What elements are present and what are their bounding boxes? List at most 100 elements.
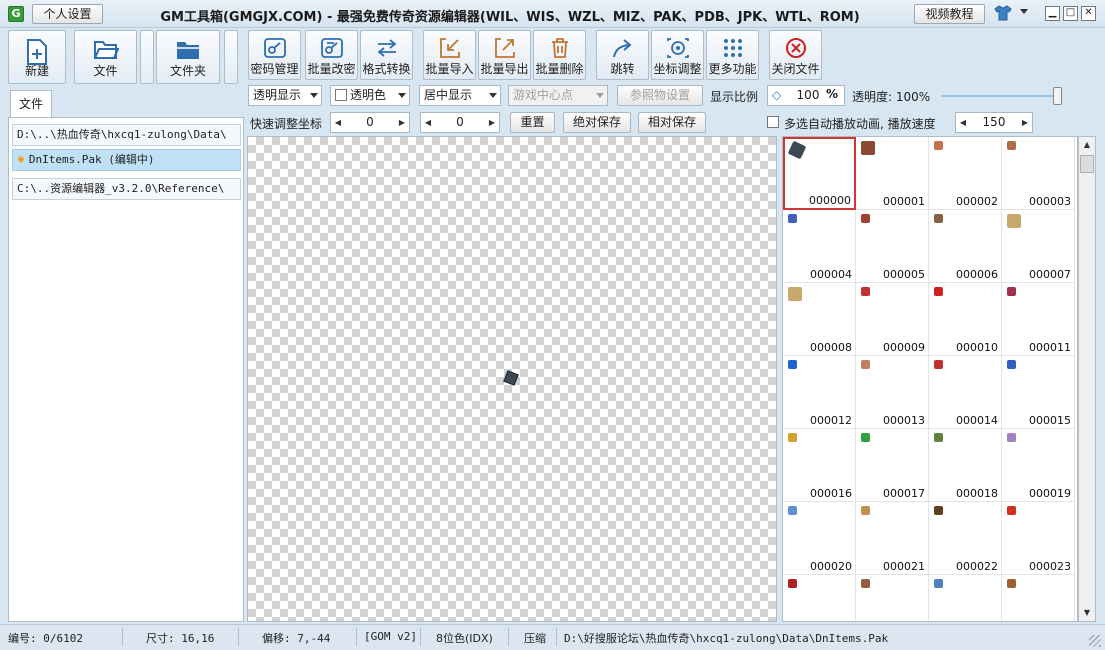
decrement-y-button[interactable]: ◀ [421, 113, 435, 132]
thumbnail-cell[interactable]: 000001 [856, 137, 929, 210]
preview-canvas[interactable] [247, 136, 777, 622]
thumbnail-cell[interactable]: 000015 [1002, 356, 1075, 429]
increment-y-button[interactable]: ▶ [485, 113, 499, 132]
tab-file[interactable]: 文件 [10, 90, 52, 118]
coordinate-adjust-label: 坐标调整 [653, 62, 702, 76]
password-manage-button[interactable]: 密码管理 [248, 30, 301, 80]
thumbnail-cell[interactable] [856, 575, 929, 621]
scroll-thumb[interactable] [1080, 155, 1094, 173]
thumbnail-cell[interactable]: 000010 [929, 283, 1002, 356]
list-item[interactable]: D:\..\热血传奇\hxcq1-zulong\Data\ [12, 124, 241, 146]
chevron-down-icon[interactable] [1020, 9, 1028, 14]
list-item-label: DnItems.Pak (编辑中) [28, 153, 155, 166]
thumbnail-cell[interactable]: 000013 [856, 356, 929, 429]
file-menu-splitter[interactable] [140, 30, 154, 84]
thumbnail-cell[interactable]: 000008 [783, 283, 856, 356]
batch-change-password-button[interactable]: 批量改密 [305, 30, 358, 80]
minimize-button[interactable]: ▁ [1045, 6, 1060, 21]
thumbnail-cell[interactable]: 000018 [929, 429, 1002, 502]
y-offset-stepper[interactable]: ◀ 0 ▶ [420, 112, 500, 133]
thumbnail-image [934, 579, 943, 588]
thumbnail-cell[interactable]: 000014 [929, 356, 1002, 429]
opacity-label: 透明度: 100% [852, 90, 931, 104]
close-window-button[interactable]: ✕ [1081, 6, 1096, 21]
skin-shirt-icon[interactable] [994, 5, 1012, 25]
align-mode-select[interactable]: 居中显示 [419, 85, 501, 106]
open-file-button[interactable]: 文件 [74, 30, 137, 84]
open-folder-button[interactable]: 文件夹 [156, 30, 220, 84]
thumbnail-cell[interactable]: 000009 [856, 283, 929, 356]
list-item[interactable]: C:\..资源编辑器_v3.2.0\Reference\ [12, 178, 241, 200]
video-tutorial-button[interactable]: 视频教程 [914, 4, 985, 24]
thumbnail-cell[interactable]: 000002 [929, 137, 1002, 210]
relative-save-button[interactable]: 相对保存 [638, 112, 706, 133]
status-format: [GOM v2] [364, 630, 417, 643]
folder-menu-splitter[interactable] [224, 30, 238, 84]
thumbnail-image [861, 579, 870, 588]
maximize-button[interactable]: □ [1063, 6, 1078, 21]
thumbnail-cell[interactable]: 000016 [783, 429, 856, 502]
thumbnail-image [788, 433, 797, 442]
transparent-color-select[interactable]: 透明色 [330, 85, 410, 106]
new-file-button[interactable]: 新建 [8, 30, 66, 84]
jump-button[interactable]: 跳转 [596, 30, 649, 80]
resize-grip[interactable] [1089, 635, 1101, 647]
transparent-color-value: 透明色 [350, 88, 387, 102]
batch-delete-button[interactable]: 批量删除 [533, 30, 586, 80]
thumbnail-grid[interactable]: 000000 000001 000002 000003 000004 000005 0000… [782, 136, 1078, 622]
thumbnail-cell[interactable]: 000003 [1002, 137, 1075, 210]
thumbnail-cell[interactable]: 000006 [929, 210, 1002, 283]
batch-export-button[interactable]: 批量导出 [478, 30, 531, 80]
list-item-selected[interactable]: ✸ DnItems.Pak (编辑中) [12, 149, 241, 171]
thumbnail-cell[interactable]: 000019 [1002, 429, 1075, 502]
format-convert-button[interactable]: 格式转换 [360, 30, 413, 80]
decrement-x-button[interactable]: ◀ [331, 113, 345, 132]
increment-speed-button[interactable]: ▶ [1018, 113, 1032, 132]
personal-settings-button[interactable]: 个人设置 [32, 4, 103, 24]
opacity-slider-thumb[interactable] [1053, 87, 1062, 105]
play-speed-stepper[interactable]: ◀ 150 ▶ [955, 112, 1033, 133]
thumbnail-cell[interactable]: 000004 [783, 210, 856, 283]
scroll-down-button[interactable]: ▼ [1080, 606, 1094, 620]
increment-x-button[interactable]: ▶ [395, 113, 409, 132]
thumbnail-cell[interactable]: 000000 [783, 137, 856, 210]
coordinate-adjust-button[interactable]: 坐标调整 [651, 30, 704, 80]
thumbnail-cell[interactable]: 000005 [856, 210, 929, 283]
thumbnail-cell[interactable]: 000022 [929, 502, 1002, 575]
grid-scrollbar[interactable]: ▲ ▼ [1078, 136, 1096, 622]
thumbnail-cell[interactable]: 000020 [783, 502, 856, 575]
thumbnail-cell[interactable] [783, 575, 856, 621]
star-icon: ✸ [17, 152, 25, 167]
eraser-icon: ◇ [772, 88, 782, 102]
thumbnail-image [1007, 506, 1016, 515]
thumbnail-cell[interactable] [1002, 575, 1075, 621]
more-functions-button[interactable]: 更多功能 [706, 30, 759, 80]
thumbnail-cell[interactable]: 000017 [856, 429, 929, 502]
new-file-label: 新建 [24, 64, 49, 78]
thumbnail-cell[interactable]: 000011 [1002, 283, 1075, 356]
batch-import-button[interactable]: 批量导入 [423, 30, 476, 80]
scroll-up-button[interactable]: ▲ [1080, 138, 1094, 152]
decrement-speed-button[interactable]: ◀ [956, 113, 970, 132]
thumbnail-cell[interactable]: 000021 [856, 502, 929, 575]
thumbnail-cell[interactable]: 000007 [1002, 210, 1075, 283]
reference-settings-button[interactable]: 参照物设置 [617, 85, 703, 106]
thumbnail-image [861, 141, 875, 155]
opacity-slider-track[interactable] [941, 95, 1057, 97]
thumbnail-image [934, 141, 943, 150]
status-divider [556, 628, 557, 646]
thumbnail-cell[interactable]: 000023 [1002, 502, 1075, 575]
x-offset-stepper[interactable]: ◀ 0 ▶ [330, 112, 410, 133]
display-mode-select[interactable]: 透明显示 [248, 85, 322, 106]
scale-input[interactable]: ◇ 100 % [767, 85, 845, 106]
close-file-button[interactable]: 关闭文件 [769, 30, 822, 80]
thumbnail-index: 000007 [1029, 268, 1071, 281]
game-center-select[interactable]: 游戏中心点 [508, 85, 608, 106]
absolute-save-button[interactable]: 绝对保存 [563, 112, 631, 133]
thumbnail-cell[interactable] [929, 575, 1002, 621]
thumbnail-cell[interactable]: 000012 [783, 356, 856, 429]
reset-button[interactable]: 重置 [510, 112, 555, 133]
thumbnail-index: 000017 [883, 487, 925, 500]
open-folder-label: 文件夹 [169, 64, 206, 78]
auto-play-checkbox[interactable] [767, 116, 779, 128]
